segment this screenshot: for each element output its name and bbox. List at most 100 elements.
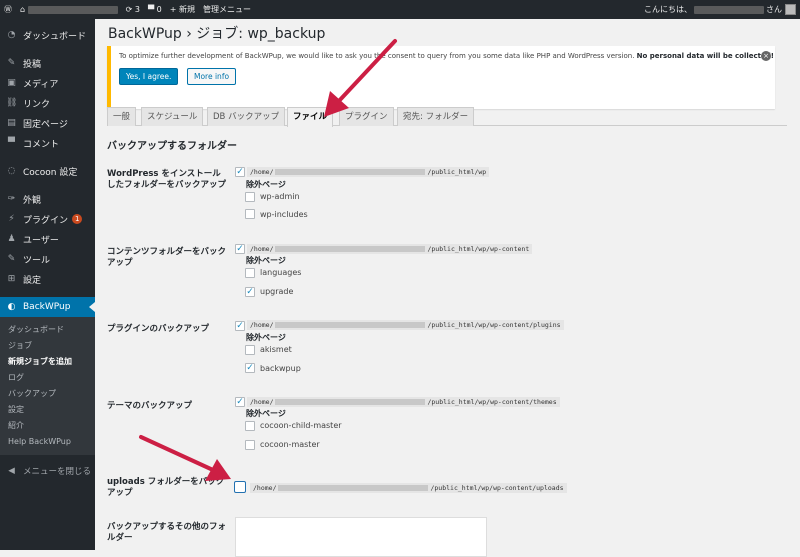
- comment-icon: ▀: [147, 5, 155, 14]
- wp-exclude-title: 除外ページ: [246, 180, 286, 189]
- admin-bar: Ⓦ ⌂ ⟳ 3 ▀ 0 + 新規 管理メニュー こんにちは、 さん: [0, 0, 800, 19]
- uploads-folder-label: uploads フォルダーをバックアップ: [107, 477, 225, 498]
- pin-icon: ✎: [7, 58, 16, 68]
- exclude-cocoon-master-checkbox[interactable]: [245, 440, 255, 450]
- submenu-about[interactable]: 紹介: [0, 417, 95, 433]
- notice-message: To optimize further development of BackW…: [119, 52, 635, 60]
- menu-users[interactable]: ♟ ユーザー: [0, 229, 95, 249]
- uploads-folder-path: /home//public_html/wp/wp-content/uploads: [250, 483, 567, 493]
- menu-media[interactable]: ▣ メディア: [0, 73, 95, 93]
- plugin-icon: ⚡: [8, 214, 15, 224]
- content-folder-label: コンテンツフォルダーをバックアップ: [107, 247, 227, 268]
- menu-comments[interactable]: ▀ コメント: [0, 133, 95, 153]
- backwpup-submenu: ダッシュボード ジョブ 新規ジョブを追加 ログ バックアップ 設定 紹介 Hel…: [0, 317, 95, 455]
- exclude-wp-includes-label: wp-includes: [260, 210, 308, 219]
- exclude-cocoon-child-label: cocoon-child-master: [260, 421, 342, 430]
- themes-folder-checkbox[interactable]: ✓: [235, 397, 245, 407]
- menu-links[interactable]: ⛓ リンク: [0, 93, 95, 113]
- new-content-link[interactable]: + 新規: [166, 0, 199, 19]
- media-icon: ▣: [7, 78, 16, 88]
- tab-db-backup[interactable]: DB バックアップ: [207, 107, 286, 126]
- submenu-backups[interactable]: バックアップ: [0, 385, 95, 401]
- yes-agree-button[interactable]: Yes, I agree.: [119, 68, 179, 85]
- themes-exclude-title: 除外ページ: [246, 409, 286, 418]
- exclude-upgrade-label: upgrade: [260, 287, 294, 296]
- admin-sidebar: ◔ ダッシュボード ✎ 投稿 ▣ メディア ⛓ リンク ▤ 固定ページ ▀ コメント ◌ Co…: [0, 19, 95, 550]
- plugin-update-badge: 1: [72, 214, 83, 224]
- exclude-wp-includes-checkbox[interactable]: [245, 209, 255, 219]
- collapse-icon: ◀: [8, 466, 15, 476]
- wordpress-icon[interactable]: Ⓦ: [0, 0, 16, 19]
- updates-link[interactable]: ⟳ 3: [122, 0, 144, 19]
- content-folder-checkbox[interactable]: ✓: [235, 244, 245, 254]
- settings-icon: ⊞: [7, 274, 16, 284]
- exclude-akismet-checkbox[interactable]: [245, 345, 255, 355]
- exclude-akismet-label: akismet: [260, 345, 292, 354]
- submenu-jobs[interactable]: ジョブ: [0, 337, 95, 353]
- exclude-backwpup-label: backwpup: [260, 364, 301, 373]
- link-icon: ⛓: [6, 98, 18, 108]
- page-title: BackWPup › ジョブ: wp_backup: [108, 26, 326, 42]
- updates-icon: ⟳: [125, 5, 133, 14]
- menu-posts[interactable]: ✎ 投稿: [0, 53, 95, 73]
- exclude-wp-admin-label: wp-admin: [260, 192, 300, 201]
- more-info-button[interactable]: More info: [187, 68, 237, 85]
- submenu-help[interactable]: Help BackWPup: [0, 433, 95, 449]
- tab-files[interactable]: ファイル: [287, 107, 334, 127]
- section-title: バックアップするフォルダー: [107, 141, 237, 152]
- my-account[interactable]: こんにちは、 さん: [644, 0, 800, 19]
- notice-message-bold: No personal data will be collected!: [636, 52, 774, 60]
- uploads-folder-checkbox[interactable]: [234, 481, 246, 493]
- submenu-dashboard[interactable]: ダッシュボード: [0, 321, 95, 337]
- menu-tools[interactable]: ✎ ツール: [0, 249, 95, 269]
- submenu-logs[interactable]: ログ: [0, 369, 95, 385]
- tab-plugins[interactable]: プラグイン: [339, 107, 394, 126]
- tab-schedule[interactable]: スケジュール: [141, 107, 204, 126]
- menu-appearance[interactable]: ✑ 外観: [0, 189, 95, 209]
- page-icon: ▤: [7, 118, 16, 128]
- avatar: [785, 4, 796, 15]
- plugins-exclude-title: 除外ページ: [246, 333, 286, 342]
- exclude-backwpup-checkbox[interactable]: ✓: [245, 363, 255, 373]
- wp-folder-label: WordPress をインストールしたフォルダーをバックアップ: [107, 169, 227, 190]
- comment-icon: ▀: [8, 138, 15, 148]
- menu-pages[interactable]: ▤ 固定ページ: [0, 113, 95, 133]
- exclude-wp-admin-checkbox[interactable]: [245, 192, 255, 202]
- menu-settings[interactable]: ⊞ 設定: [0, 269, 95, 289]
- dashboard-icon: ◔: [7, 30, 16, 40]
- collapse-menu-button[interactable]: ◀ メニューを閉じる: [0, 461, 95, 481]
- exclude-languages-label: languages: [260, 268, 302, 277]
- submenu-settings[interactable]: 設定: [0, 401, 95, 417]
- submenu-add-new-job[interactable]: 新規ジョブを追加: [0, 353, 95, 369]
- menu-backwpup[interactable]: ◐ BackWPup: [0, 297, 95, 317]
- backwpup-icon: ◐: [7, 302, 16, 312]
- content-folder-path: /home//public_html/wp/wp-content: [247, 244, 533, 254]
- wrench-icon: ✎: [7, 254, 16, 264]
- brush-icon: ✑: [7, 194, 16, 204]
- wp-folder-checkbox[interactable]: ✓: [235, 167, 245, 177]
- comments-link[interactable]: ▀ 0: [144, 0, 166, 19]
- plugins-folder-checkbox[interactable]: ✓: [235, 321, 245, 331]
- home-icon[interactable]: ⌂: [16, 0, 122, 19]
- plugins-folder-path: /home//public_html/wp/wp-content/plugins: [247, 320, 564, 330]
- admin-menu-link[interactable]: 管理メニュー: [199, 0, 255, 19]
- menu-dashboard[interactable]: ◔ ダッシュボード: [0, 25, 95, 45]
- other-folders-label: バックアップするその他のフォルダー: [107, 522, 227, 543]
- menu-cocoon-settings[interactable]: ◌ Cocoon 設定: [0, 161, 95, 181]
- wp-folder-path: /home//public_html/wp: [247, 167, 490, 177]
- exclude-languages-checkbox[interactable]: [245, 268, 255, 278]
- plugins-folder-label: プラグインのバックアップ: [107, 324, 210, 334]
- tab-dest-folder[interactable]: 宛先: フォルダー: [397, 107, 475, 126]
- close-icon[interactable]: ×: [761, 51, 771, 61]
- other-folders-textarea[interactable]: [235, 517, 487, 557]
- annotation-arrow-uploads: [139, 435, 231, 481]
- consent-notice: To optimize further development of BackW…: [107, 46, 775, 109]
- exclude-upgrade-checkbox[interactable]: ✓: [245, 287, 255, 297]
- content-exclude-title: 除外ページ: [246, 256, 286, 265]
- exclude-cocoon-child-checkbox[interactable]: [245, 421, 255, 431]
- tab-general[interactable]: 一般: [107, 107, 137, 126]
- menu-plugins[interactable]: ⚡ プラグイン 1: [0, 209, 95, 229]
- user-icon: ♟: [7, 234, 16, 244]
- themes-folder-label: テーマのバックアップ: [107, 401, 193, 411]
- job-tabs: 一般 スケジュール DB バックアップ ファイル プラグイン 宛先: フォルダー: [107, 105, 787, 127]
